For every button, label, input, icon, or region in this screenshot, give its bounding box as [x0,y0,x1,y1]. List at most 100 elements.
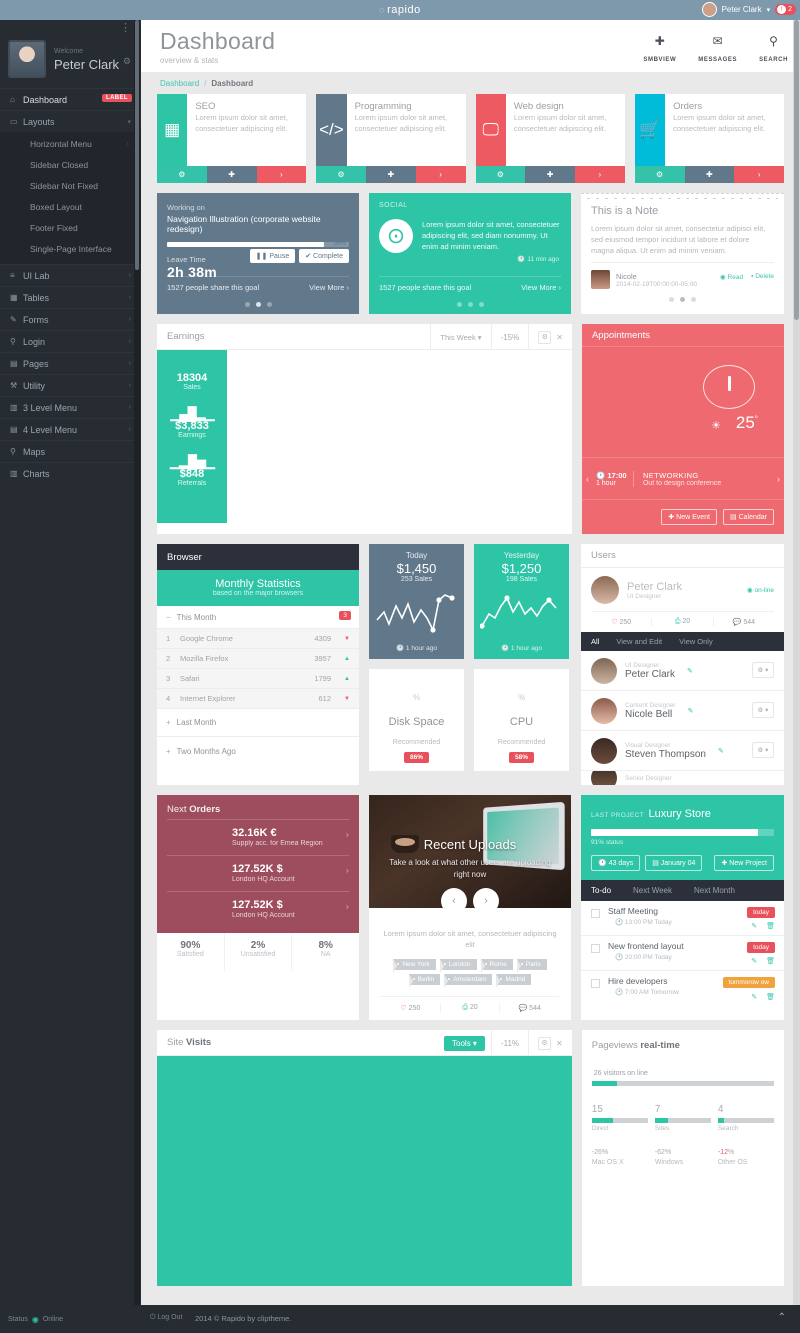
accordion-two-months-ago[interactable]: + Two Months Ago [157,737,359,765]
checkbox[interactable] [591,944,600,953]
todo-item[interactable]: Hire developers 🕐 7:00 AM Tomorrow tommo… [581,971,784,1006]
chevron-right-icon[interactable]: › [734,166,784,183]
breadcrumb-root[interactable]: Dashboard [160,79,199,88]
settings-icon[interactable]: ⚙ [538,330,552,344]
list-item[interactable]: Content Designer Nicole Bell ✎ ⚙ ▾ [581,691,784,731]
sidebar-scrollbar[interactable] [134,20,140,1305]
service-card-web-design[interactable]: 🖵 Web design Lorem ipsum dolor sit amet,… [475,94,625,183]
tab-view-only[interactable]: View Only [679,637,713,646]
accordion-this-month[interactable]: − This Month 3 [157,606,359,629]
avatar[interactable] [701,2,717,17]
todo-item[interactable]: Staff Meeting 🕐 13:00 PM Today today ✎ 🗑 [581,901,784,936]
edit-icon[interactable]: ✎ [751,922,757,930]
settings-icon[interactable]: ⚙ [538,1036,552,1050]
view-more-link[interactable]: View More › [521,283,561,292]
settings-icon[interactable]: ⚙ [634,166,685,183]
sidebar-subitem-single-page-interface[interactable]: Single-Page Interface [0,239,141,260]
sidebar-item-maps[interactable]: ⚲ Maps [0,440,141,462]
trash-icon[interactable]: 🗑 [766,993,775,1001]
note-read-action[interactable]: ◉ Read [720,273,743,281]
order-item[interactable]: 32.16K € Supply acc. for Emea Region ›› [167,819,350,855]
header-action-search[interactable]: ⚲ SEARCH [759,34,788,66]
complete-button[interactable]: ✔ Complete [299,249,349,263]
tag-berlin[interactable]: Berlin [408,974,441,988]
order-item[interactable]: 127.52K $ London HQ Account ›› [167,891,350,927]
chevron-right-icon[interactable]: › [415,166,466,183]
tag-london[interactable]: London [439,959,477,973]
tab-view-and-edit[interactable]: View and Edit [616,637,662,646]
chevron-right-icon[interactable]: › [575,166,625,183]
table-row[interactable]: 2 Mozilla Firefox 3957 ▲ [157,649,359,669]
chevron-right-icon[interactable]: › [256,166,307,183]
sidebar-item-forms[interactable]: ✎ Forms › [0,308,141,330]
list-item[interactable]: Senior Designer [581,771,784,785]
carousel-dots[interactable] [369,302,571,307]
todo-item[interactable]: New frontend layout 🕐 20:00 PM Today tod… [581,936,784,971]
page-scrollbar[interactable] [793,20,800,1305]
tab-all[interactable]: All [591,637,599,646]
edit-icon[interactable]: ✎ [751,993,757,1001]
checkbox[interactable] [591,909,600,918]
plus-icon[interactable]: ✚ [366,166,416,183]
chevron-left-icon[interactable]: ‹ [586,474,589,484]
service-card-programming[interactable]: </> Programming Lorem ipsum dolor sit am… [316,94,466,183]
tab-next-month[interactable]: Next Month [694,886,735,895]
close-icon[interactable]: ✕ [556,333,563,342]
table-row[interactable]: 4 Internet Explorer 612 ▼ [157,689,359,709]
sidebar-subitem-boxed-layout[interactable]: Boxed Layout [0,197,141,218]
sidebar-item-4-level-menu[interactable]: ▤ 4 Level Menu › [0,418,141,440]
table-row[interactable]: 1 Google Chrome 4309 ▼ [157,629,359,649]
sidebar-item-3-level-menu[interactable]: ▥ 3 Level Menu › [0,396,141,418]
edit-icon[interactable]: ✎ [751,957,757,965]
carousel-next-button[interactable]: › [473,888,499,908]
close-icon[interactable]: ✕ [556,1039,563,1048]
trash-icon[interactable]: 🗑 [766,922,775,930]
new-project-button[interactable]: ✚ New Project [714,855,774,871]
sidebar-item-charts[interactable]: ▥ Charts [0,462,141,484]
tag-rome[interactable]: Rome [480,959,513,973]
new-event-button[interactable]: ✚ New Event [661,509,718,525]
carousel-prev-button[interactable]: ‹ [441,888,467,908]
service-card-orders[interactable]: 🛒 Orders Lorem ipsum dolor sit amet, con… [634,94,784,183]
sidebar-item-dashboard[interactable]: ⌂ Dashboard LABEL [0,88,141,110]
tools-button[interactable]: Tools ▾ [444,1035,485,1051]
sidebar-item-utility[interactable]: ⚒ Utility › [0,374,141,396]
sidebar-subitem-sidebar-not-fixed[interactable]: Sidebar Not Fixed [0,176,141,197]
order-item[interactable]: 127.52K $ London HQ Account ›› [167,855,350,891]
list-item[interactable]: UI Designer Peter Clark ✎ ⚙ ▾ [581,651,784,691]
sidebar-item-login[interactable]: ⚲ Login › [0,330,141,352]
checkbox[interactable] [591,979,600,988]
scroll-to-top-button[interactable]: ⌃ [778,1312,786,1323]
avatar[interactable] [8,40,46,78]
tag-amsterdam[interactable]: Amsterdam [444,974,493,988]
carousel-dots[interactable] [591,297,774,302]
tab-todo[interactable]: To-do [591,886,611,895]
settings-icon[interactable]: ⚙ [316,166,366,183]
table-row[interactable]: 3 Safari 1799 ▲ [157,669,359,689]
header-action-messages[interactable]: ✉ MESSAGES [698,34,737,66]
logout-link[interactable]: ⏻ Log Out [150,1314,182,1322]
settings-icon[interactable]: ⚙ [157,166,207,183]
alert-badge[interactable]: ! 2 [775,4,796,15]
accordion-last-month[interactable]: + Last Month [157,709,359,737]
topbar-user-name[interactable]: Peter Clark [722,5,762,14]
header-action-smbview[interactable]: ✚ SMBVIEW [643,34,676,66]
pause-button[interactable]: ❚❚ Pause [249,249,296,263]
view-more-link[interactable]: View More › [309,283,349,292]
sidebar-subitem-footer-fixed[interactable]: Footer Fixed [0,218,141,239]
note-delete-action[interactable]: ▪ Delete [751,273,774,281]
user-settings-button[interactable]: ⚙ ▾ [752,662,774,678]
pencil-icon[interactable]: ✎ [688,707,694,715]
tab-next-week[interactable]: Next Week [633,886,672,895]
calendar-button[interactable]: ▤ Calendar [723,509,774,525]
pencil-icon[interactable]: ✎ [687,667,693,675]
chevron-right-icon[interactable]: › [777,474,780,484]
pencil-icon[interactable]: ✎ [718,747,724,755]
earnings-period-select[interactable]: This Week ▾ [430,324,490,350]
user-settings-button[interactable]: ⚙ ▾ [752,702,774,718]
service-card-seo[interactable]: ▦ SEO Lorem ipsum dolor sit amet, consec… [157,94,307,183]
sidebar-menu-dots-icon[interactable] [0,20,141,38]
sidebar-subitem-sidebar-closed[interactable]: Sidebar Closed [0,155,141,176]
chevron-down-icon[interactable]: ▾ [767,6,771,14]
sidebar-item-tables[interactable]: ▦ Tables › [0,286,141,308]
